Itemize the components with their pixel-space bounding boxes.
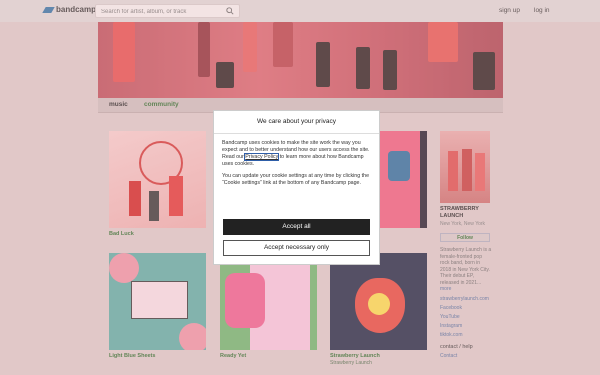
privacy-policy-link[interactable]: Privacy Policy — [244, 153, 280, 161]
cookie-consent-dialog: We care about your privacy Bandcamp uses… — [213, 110, 380, 265]
modal-title: We care about your privacy — [214, 111, 379, 134]
modal-body: Bandcamp uses cookies to make the site w… — [214, 134, 379, 198]
accept-all-button[interactable]: Accept all — [223, 219, 370, 235]
accept-necessary-button[interactable]: Accept necessary only — [223, 240, 370, 256]
cookie-paragraph: Bandcamp uses cookies to make the site w… — [222, 140, 371, 168]
cookie-settings-paragraph: You can update your cookie settings at a… — [222, 173, 370, 186]
